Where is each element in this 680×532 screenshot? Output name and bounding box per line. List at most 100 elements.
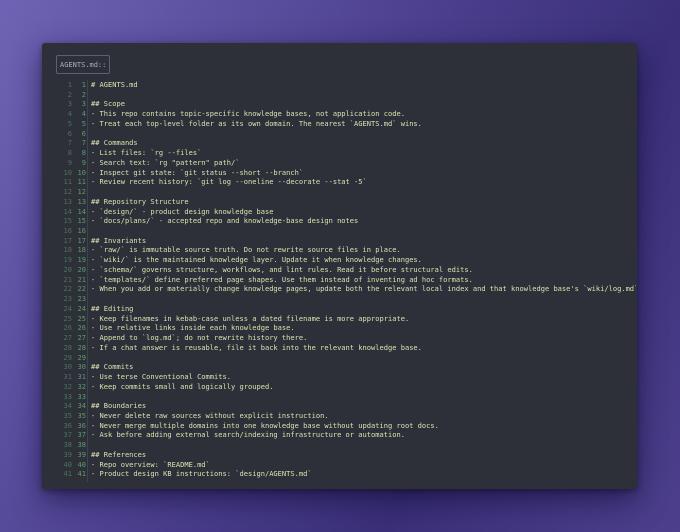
code-line[interactable]: ## Commits bbox=[91, 362, 636, 372]
line-number: 22 bbox=[63, 284, 73, 294]
line-number-gutter-left: 1 2 3 4 5 6 7 8 9 10 11 12 13 14 15 16 17 18 19 20 21 22 23 24 2… bbox=[56, 80, 73, 479]
line-number: 11 bbox=[63, 177, 73, 187]
code-line[interactable]: - Use terse Conventional Commits. bbox=[91, 372, 636, 382]
line-number: 33 bbox=[63, 391, 73, 401]
line-number: 19 bbox=[77, 255, 87, 265]
code-line[interactable] bbox=[91, 129, 636, 139]
code-line[interactable]: - Repo overview: `README.md` bbox=[91, 460, 636, 470]
code-line[interactable]: - Use relative links inside each knowled… bbox=[91, 323, 636, 333]
code-line[interactable]: - Keep filenames in kebab-case unless a … bbox=[91, 314, 636, 324]
code-line[interactable]: - Never merge multiple domains into one … bbox=[91, 421, 636, 431]
code-line[interactable]: - Search text: `rg "pattern" path/` bbox=[91, 158, 636, 168]
tab-bar: AGENTS.md:: bbox=[42, 43, 637, 77]
code-line[interactable]: - Append to `log.md`; do not rewrite his… bbox=[91, 333, 636, 343]
line-number: 28 bbox=[63, 342, 73, 352]
line-number: 30 bbox=[77, 362, 87, 372]
line-number: 37 bbox=[77, 430, 87, 440]
tab-agents-md[interactable]: AGENTS.md:: bbox=[56, 55, 111, 74]
code-line[interactable]: - Never delete raw sources without expli… bbox=[91, 411, 636, 421]
line-number: 13 bbox=[77, 196, 87, 206]
line-number: 18 bbox=[77, 245, 87, 255]
gutter-separator bbox=[87, 80, 88, 482]
line-number: 21 bbox=[77, 274, 87, 284]
line-number: 40 bbox=[63, 459, 73, 469]
line-number: 11 bbox=[77, 177, 87, 187]
line-number: 16 bbox=[77, 226, 87, 236]
line-number: 3 bbox=[67, 99, 72, 109]
line-number: 5 bbox=[81, 118, 86, 128]
line-number: 29 bbox=[63, 352, 73, 362]
line-number: 35 bbox=[77, 410, 87, 420]
code-line[interactable]: - Product design KB instructions: `desig… bbox=[91, 469, 636, 479]
code-line[interactable] bbox=[91, 187, 636, 197]
line-number: 32 bbox=[63, 381, 73, 391]
line-number: 36 bbox=[77, 420, 87, 430]
line-number: 38 bbox=[63, 440, 73, 450]
code-line[interactable]: ## Commands bbox=[91, 138, 636, 148]
code-line[interactable] bbox=[91, 353, 636, 363]
code-line[interactable]: - `wiki/` is the maintained knowledge la… bbox=[91, 255, 636, 265]
code-line[interactable] bbox=[91, 440, 636, 450]
line-number: 4 bbox=[81, 109, 86, 119]
line-number: 9 bbox=[81, 157, 86, 167]
line-number: 13 bbox=[63, 196, 73, 206]
line-number: 29 bbox=[77, 352, 87, 362]
code-line[interactable]: - `docs/plans/` - accepted repo and know… bbox=[91, 216, 636, 226]
code-line[interactable]: # AGENTS.md bbox=[91, 80, 636, 90]
code-line[interactable]: - List files: `rg --files` bbox=[91, 148, 636, 158]
code-line[interactable] bbox=[91, 392, 636, 402]
code-line[interactable]: - `schema/` governs structure, workflows… bbox=[91, 265, 636, 275]
code-line[interactable] bbox=[91, 226, 636, 236]
code-line[interactable]: ## Invariants bbox=[91, 236, 636, 246]
line-number: 22 bbox=[77, 284, 87, 294]
line-number: 15 bbox=[77, 216, 87, 226]
line-number: 3 bbox=[81, 99, 86, 109]
line-number: 12 bbox=[63, 187, 73, 197]
line-number: 24 bbox=[63, 303, 73, 313]
code-line[interactable] bbox=[91, 90, 636, 100]
line-number: 8 bbox=[81, 148, 86, 158]
line-number: 6 bbox=[67, 128, 72, 138]
code-line[interactable]: ## Boundaries bbox=[91, 401, 636, 411]
line-number: 6 bbox=[81, 128, 86, 138]
code-line[interactable]: ## Scope bbox=[91, 99, 636, 109]
line-number: 41 bbox=[77, 469, 87, 479]
code-area[interactable]: # AGENTS.md ## Scope - This repo contains … bbox=[91, 80, 636, 479]
line-number: 20 bbox=[77, 264, 87, 274]
line-number: 38 bbox=[77, 440, 87, 450]
editor-window: AGENTS.md:: 1 2 3 4 5 6 7 8 9 10 11 12 13 14 15 16 17 18 1… bbox=[42, 43, 637, 489]
line-number: 7 bbox=[67, 138, 72, 148]
line-number: 17 bbox=[63, 235, 73, 245]
code-line[interactable]: - If a chat answer is reusable, file it … bbox=[91, 343, 636, 353]
line-number: 32 bbox=[77, 381, 87, 391]
line-number: 15 bbox=[63, 216, 73, 226]
line-number: 2 bbox=[81, 89, 86, 99]
code-line[interactable]: - When you add or materially change know… bbox=[91, 284, 636, 294]
line-number: 39 bbox=[77, 449, 87, 459]
code-editor[interactable]: 1 2 3 4 5 6 7 8 9 10 11 12 13 14 15 16 17 18 19 20 21 22 23 24 2… bbox=[56, 80, 636, 482]
code-line[interactable]: - Keep commits small and logically group… bbox=[91, 382, 636, 392]
code-line[interactable]: - Ask before adding external search/inde… bbox=[91, 430, 636, 440]
code-line[interactable]: ## References bbox=[91, 450, 636, 460]
code-line[interactable] bbox=[91, 294, 636, 304]
code-line[interactable]: ## Repository Structure bbox=[91, 197, 636, 207]
code-line[interactable]: - `templates/` define preferred page sha… bbox=[91, 275, 636, 285]
line-number: 21 bbox=[63, 274, 73, 284]
line-number: 1 bbox=[67, 80, 72, 89]
code-line[interactable]: - Review recent history: `git log --onel… bbox=[91, 177, 636, 187]
line-number: 36 bbox=[63, 420, 73, 430]
code-line[interactable]: - This repo contains topic-specific know… bbox=[91, 109, 636, 119]
line-number: 5 bbox=[67, 118, 72, 128]
line-number: 34 bbox=[63, 401, 73, 411]
line-number: 20 bbox=[63, 264, 73, 274]
line-number: 23 bbox=[63, 294, 73, 304]
code-line[interactable]: - Treat each top-level folder as its own… bbox=[91, 119, 636, 129]
line-number: 30 bbox=[63, 362, 73, 372]
code-line[interactable]: - `design/` - product design knowledge b… bbox=[91, 207, 636, 217]
line-number: 16 bbox=[63, 226, 73, 236]
line-number: 12 bbox=[77, 187, 87, 197]
code-line[interactable]: ## Editing bbox=[91, 304, 636, 314]
line-number: 28 bbox=[77, 342, 87, 352]
code-line[interactable]: - Inspect git state: `git status --short… bbox=[91, 168, 636, 178]
code-line[interactable]: - `raw/` is immutable source truth. Do n… bbox=[91, 245, 636, 255]
